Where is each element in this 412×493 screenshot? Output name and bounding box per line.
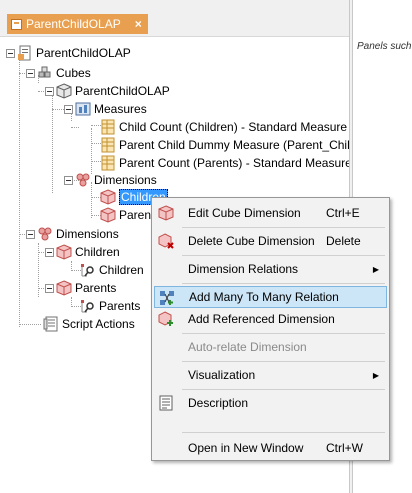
menu-separator <box>182 389 385 390</box>
menu-label: Open in New Window <box>188 441 304 455</box>
project-icon <box>18 45 31 61</box>
menu-item-open-in-new-window[interactable]: Open in New Window Ctrl+W <box>154 437 387 459</box>
cube-dimension-edit-icon <box>158 205 174 221</box>
menu-separator <box>182 361 385 362</box>
tree-label-measure: Parent Child Dummy Measure (Parent_Child… <box>119 138 380 152</box>
menu-label: Description <box>188 396 249 410</box>
tree-label-root: ParentChildOLAP <box>36 46 131 60</box>
attribute-key-icon <box>81 300 94 313</box>
menu-shortcut: Ctrl+E <box>326 206 360 220</box>
tree-node-cube[interactable]: ParentChildOLAP <box>45 82 170 100</box>
menu-item-add-referenced-dimension[interactable]: Add Referenced Dimension <box>154 308 387 330</box>
menu-label: Auto-relate Dimension <box>188 340 307 354</box>
document-tab-strip: ParentChildOLAP × <box>0 0 349 36</box>
tree-label-script-actions: Script Actions <box>62 317 135 331</box>
menu-label: Add Many To Many Relation <box>189 290 339 304</box>
menu-label: Add Referenced Dimension <box>188 312 335 326</box>
collapse-cube-icon[interactable] <box>45 86 54 96</box>
tree-node-script-actions[interactable]: Script Actions <box>43 315 135 333</box>
menu-label: Dimension Relations <box>188 262 299 276</box>
dimensions-folder-icon <box>38 227 52 241</box>
project-icon <box>11 18 22 30</box>
menu-separator <box>182 333 385 334</box>
tree-label-dimensions: Dimensions <box>56 227 119 241</box>
tree-label-measure: Parent Count (Parents) - Standard Measur… <box>119 156 352 170</box>
tree-node-root[interactable]: ParentChildOLAP <box>6 44 131 62</box>
tree-label-dimension-parents: Parents <box>75 281 117 295</box>
tab-parentchildolap[interactable]: ParentChildOLAP × <box>7 14 148 34</box>
dimension-icon <box>56 280 72 296</box>
tree-label-measure: Child Count (Children) - Standard Measur… <box>119 120 348 134</box>
cubes-folder-icon <box>38 66 51 78</box>
measure-icon <box>101 155 115 171</box>
tree-node-attribute-parents[interactable]: Parents <box>80 297 140 315</box>
measure-icon <box>101 119 115 135</box>
menu-item-add-many-to-many-relation[interactable]: Add Many To Many Relation <box>154 286 387 308</box>
menu-separator <box>182 255 385 256</box>
menu-item-visualization[interactable]: Visualization ▶ <box>154 364 387 386</box>
menu-item-delete-cube-dimension[interactable]: Delete Cube Dimension Delete <box>154 230 387 252</box>
menu-separator <box>182 227 385 228</box>
collapse-root-icon[interactable] <box>6 48 15 58</box>
tree-label-cube: ParentChildOLAP <box>75 84 170 98</box>
referenced-dimension-icon <box>158 311 173 326</box>
menu-item-description[interactable]: Description <box>154 392 387 414</box>
menu-shortcut: Ctrl+W <box>326 441 363 455</box>
menu-item-dimension-relations[interactable]: Dimension Relations ▶ <box>154 258 387 280</box>
tab-label: ParentChildOLAP <box>26 17 121 31</box>
measures-folder-icon <box>75 102 91 116</box>
menu-separator <box>182 432 385 433</box>
menu-separator <box>182 283 385 284</box>
cube-dimension-icon <box>100 207 116 223</box>
tree-label-measures: Measures <box>94 102 147 116</box>
tree-node-dimension-parents[interactable]: Parents <box>45 279 116 297</box>
menu-item-edit-cube-dimension[interactable]: Edit Cube Dimension Ctrl+E <box>154 202 387 224</box>
tree-label-cubes: Cubes <box>56 66 91 80</box>
menu-label: Edit Cube Dimension <box>188 206 301 220</box>
measure-icon <box>101 137 115 153</box>
attribute-key-icon <box>81 264 94 277</box>
panel-hint-text: Panels such displayed h <box>357 41 412 52</box>
submenu-arrow-icon: ▶ <box>372 264 379 274</box>
tree-node-dimension-children[interactable]: Children <box>45 243 120 261</box>
description-icon <box>159 395 173 411</box>
context-menu: Edit Cube Dimension Ctrl+E Delete Cube D… <box>151 197 390 461</box>
tree-label-attribute-children: Children <box>99 263 144 277</box>
tree-node-dimensions[interactable]: Dimensions <box>26 225 119 243</box>
tree-node-measure[interactable]: Parent Count (Parents) - Standard Measur… <box>100 154 352 172</box>
collapse-dimension-children-icon[interactable] <box>45 247 54 257</box>
menu-item-auto-relate-dimension: Auto-relate Dimension <box>154 336 387 358</box>
dimension-icon <box>56 244 72 260</box>
menu-label: Delete Cube Dimension <box>188 234 315 248</box>
tree-node-cubes[interactable]: Cubes <box>26 64 91 82</box>
collapse-cube-dimensions-icon[interactable] <box>64 175 73 185</box>
collapse-cubes-icon[interactable] <box>26 68 35 78</box>
tree-node-measure[interactable]: Child Count (Children) - Standard Measur… <box>100 118 347 136</box>
many-to-many-relation-icon <box>160 291 174 305</box>
script-actions-icon <box>43 316 58 332</box>
cube-dimension-delete-icon <box>158 233 174 249</box>
tree-node-cube-dimensions[interactable]: Dimensions <box>64 171 157 189</box>
menu-label: Visualization <box>188 368 256 382</box>
collapse-measures-icon[interactable] <box>64 104 73 114</box>
collapse-dimension-parents-icon[interactable] <box>45 283 54 293</box>
close-tab-icon[interactable]: × <box>135 17 142 31</box>
collapse-dimensions-icon[interactable] <box>26 229 35 239</box>
tree-label-attribute-parents: Parents <box>99 299 141 313</box>
tree-node-measure[interactable]: Parent Child Dummy Measure (Parent_Child… <box>100 136 379 154</box>
cube-icon <box>56 83 72 99</box>
submenu-arrow-icon: ▶ <box>372 370 379 380</box>
tree-node-measures[interactable]: Measures <box>64 100 147 118</box>
tree-label-cube-dimensions: Dimensions <box>94 173 157 187</box>
dimensions-folder-icon <box>76 173 90 187</box>
cube-dimension-icon <box>100 189 116 205</box>
menu-shortcut: Delete <box>326 234 361 248</box>
tree-node-attribute-children[interactable]: Children <box>80 261 144 279</box>
tree-label-dimension-children: Children <box>75 245 120 259</box>
